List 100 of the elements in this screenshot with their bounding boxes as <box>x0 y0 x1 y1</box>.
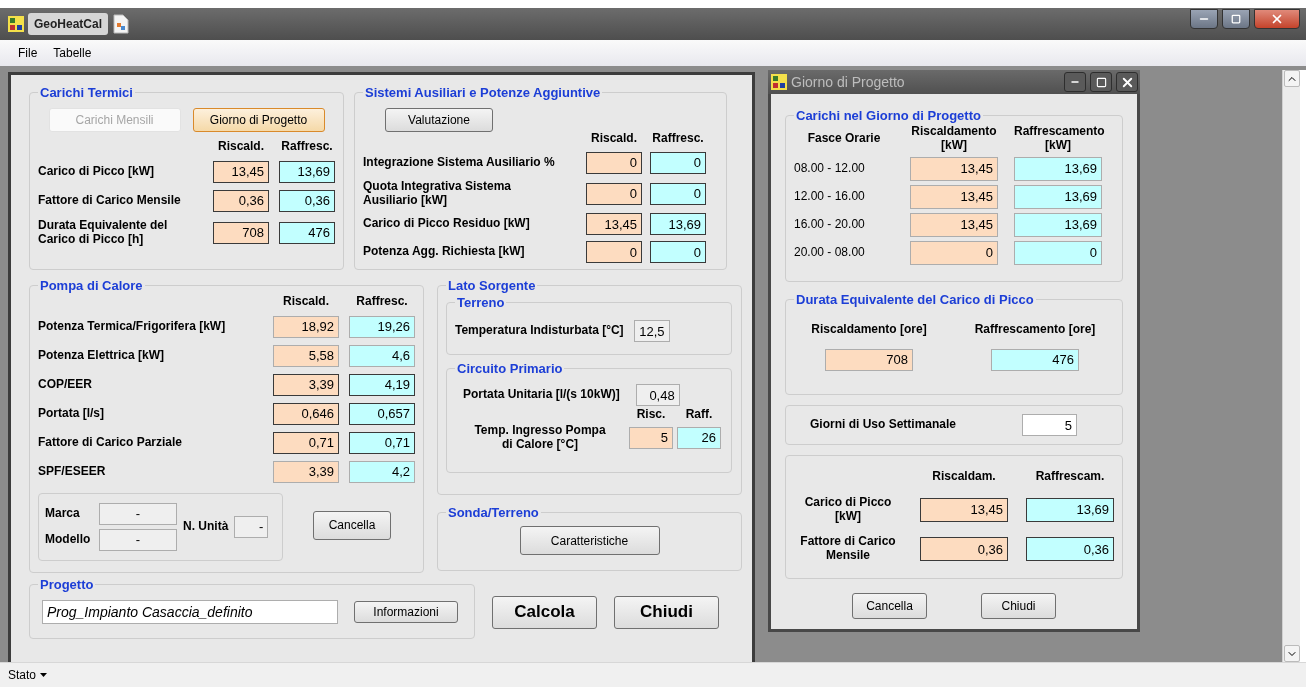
window-title: GeoHeatCal <box>28 13 109 35</box>
value-field[interactable]: 0 <box>586 151 642 174</box>
value-field[interactable]: 19,26 <box>349 315 415 338</box>
field-label: 12.00 - 16.00 <box>794 189 866 204</box>
column-header: Raffrescam. <box>1034 470 1106 484</box>
value-field[interactable]: 0 <box>1014 240 1102 265</box>
value-field[interactable]: - <box>234 515 269 538</box>
status-dropdown[interactable]: Stato <box>8 668 48 682</box>
field-label: Potenza Termica/Frigorifera [kW] <box>38 319 227 334</box>
minimize-button[interactable] <box>1064 72 1086 92</box>
value-field[interactable]: 26 <box>677 426 721 449</box>
field-label: SPF/ESEER <box>38 464 107 479</box>
value-field[interactable]: 0 <box>586 182 642 205</box>
menu-item[interactable]: File <box>12 44 44 62</box>
value-field[interactable]: 3,39 <box>273 460 339 483</box>
value-field[interactable]: 13,69 <box>279 160 335 183</box>
value-field[interactable]: 4,6 <box>349 344 415 367</box>
group-title: Sonda/Terreno <box>447 505 540 520</box>
value-field[interactable]: 476 <box>991 348 1079 371</box>
value-field[interactable]: 0 <box>910 240 998 265</box>
value-field[interactable]: 4,2 <box>349 460 415 483</box>
field-label: Potenza Elettrica [kW] <box>38 348 166 363</box>
scroll-bar[interactable] <box>1282 70 1300 662</box>
value-field[interactable]: 13,69 <box>1014 212 1102 237</box>
column-header: Risc. <box>635 408 667 422</box>
field-label: Quota Integrativa Sistema Ausiliario [kW] <box>363 179 513 208</box>
value-field[interactable]: 13,69 <box>650 213 706 236</box>
column-header: Raffrescamento [ore] <box>974 323 1096 337</box>
value-field[interactable]: 5 <box>629 426 673 449</box>
group-title: Carichi nel Giorno di Progetto <box>795 108 982 123</box>
value-field[interactable]: 0,646 <box>273 402 339 425</box>
field-label: Carico di Picco [kW] <box>38 164 156 179</box>
push-button[interactable]: Informazioni <box>354 601 458 623</box>
value-field[interactable]: 13,69 <box>1014 184 1102 209</box>
column-header: Raffresc. <box>651 132 705 146</box>
app-logo-icon <box>8 16 24 32</box>
maximize-button[interactable] <box>1090 72 1112 92</box>
scroll-down-icon[interactable] <box>1283 645 1300 662</box>
maximize-button[interactable] <box>1222 9 1250 29</box>
close-button[interactable] <box>1254 9 1300 29</box>
value-field[interactable]: 476 <box>279 221 335 244</box>
value-field[interactable]: 708 <box>213 221 269 244</box>
value-field[interactable]: 12,5 <box>633 320 670 342</box>
field-label: Carico di Picco [kW] <box>803 495 893 524</box>
value-field[interactable]: 0,71 <box>349 431 415 454</box>
caret-icon <box>40 673 48 677</box>
value-field[interactable]: 13,69 <box>1014 156 1102 181</box>
column-header: Riscaldamento [kW] <box>910 125 998 153</box>
value-field[interactable]: 708 <box>825 348 913 371</box>
value-field[interactable]: 0,36 <box>279 189 335 212</box>
field-label: Fattore di Carico Mensile <box>38 193 182 208</box>
push-button[interactable]: Calcola <box>492 595 597 629</box>
value-field[interactable]: 0 <box>650 151 706 174</box>
value-field[interactable]: 5 <box>1022 414 1078 436</box>
group-title: Durata Equivalente del Carico di Picco <box>795 292 1035 307</box>
value-field[interactable]: 0,48 <box>635 384 680 406</box>
field-label: Fattore di Carico Mensile <box>799 535 897 563</box>
group-title: Progetto <box>39 577 95 592</box>
value-field[interactable]: 18,92 <box>273 315 339 338</box>
value-field[interactable]: 13,45 <box>586 213 642 236</box>
menu-item[interactable]: Tabelle <box>47 44 98 62</box>
value-field[interactable]: 0,36 <box>920 537 1008 562</box>
value-field[interactable]: 4,19 <box>349 373 415 396</box>
value-field[interactable]: 0 <box>650 182 706 205</box>
value-field[interactable]: 13,45 <box>213 160 269 183</box>
push-button[interactable]: Chiudi <box>614 595 719 629</box>
value-field[interactable]: 13,69 <box>1026 497 1114 522</box>
value-field[interactable]: 13,45 <box>920 497 1008 522</box>
value-field[interactable]: - <box>99 528 177 551</box>
value-field[interactable]: 5,58 <box>273 344 339 367</box>
push-button[interactable]: Cancella <box>313 510 391 540</box>
value-field[interactable]: 13,45 <box>910 212 998 237</box>
column-header: Fasce Orarie <box>806 131 882 146</box>
value-field[interactable]: 0 <box>586 241 642 264</box>
group-title: Terreno <box>456 295 506 310</box>
column-header: Riscald. <box>590 132 638 146</box>
value-field[interactable]: 0,71 <box>273 431 339 454</box>
value-field[interactable]: 0 <box>650 241 706 264</box>
project-field[interactable]: Prog_Impianto Casaccia_definito <box>42 600 338 624</box>
push-button[interactable]: Chiudi <box>981 593 1056 619</box>
value-field[interactable]: 0,657 <box>349 402 415 425</box>
value-field[interactable]: 0,36 <box>1026 537 1114 562</box>
field-label: COP/EER <box>38 377 93 392</box>
push-button[interactable]: Caratteristiche <box>519 526 660 555</box>
close-button[interactable] <box>1116 72 1138 92</box>
maximize-icon <box>1231 14 1241 24</box>
field-label: 08.00 - 12.00 <box>794 161 866 176</box>
minimize-button[interactable] <box>1190 9 1218 29</box>
push-button[interactable]: Giorno di Progetto <box>192 108 325 132</box>
value-field[interactable]: 13,45 <box>910 156 998 181</box>
value-field[interactable]: 0,36 <box>213 189 269 212</box>
scroll-up-icon[interactable] <box>1283 70 1300 87</box>
value-field[interactable]: - <box>99 502 177 525</box>
value-field[interactable]: 13,45 <box>910 184 998 209</box>
push-button[interactable]: Cancella <box>852 593 927 619</box>
app-logo-icon <box>771 74 787 90</box>
field-label: Carico di Picco Residuo [kW] <box>363 217 531 232</box>
field-label: Modello <box>45 532 92 547</box>
push-button[interactable]: Valutazione <box>385 108 493 132</box>
value-field[interactable]: 3,39 <box>273 373 339 396</box>
